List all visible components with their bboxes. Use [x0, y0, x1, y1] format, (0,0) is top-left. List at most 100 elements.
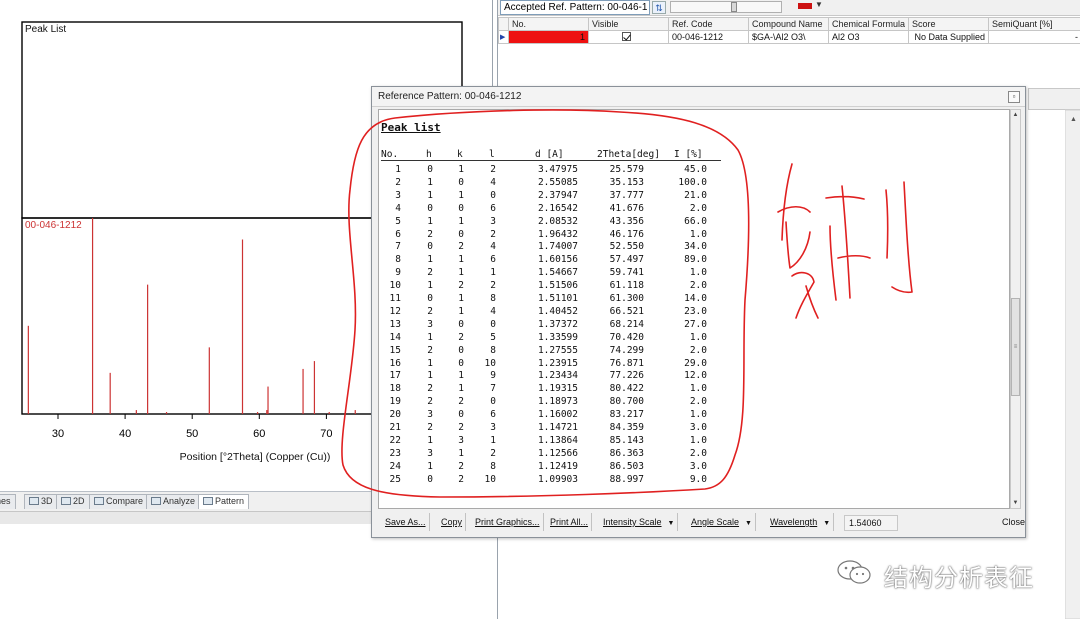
- wavelength-dropdown[interactable]: Wavelength ▼: [767, 513, 835, 531]
- peak-list-cell: 70.420: [609, 331, 644, 343]
- column-header-compound-name[interactable]: Compound Name: [748, 17, 829, 31]
- peak-list-cell: 2: [458, 460, 464, 472]
- peak-list-cell: 5: [395, 215, 401, 227]
- peak-list-cell: 8: [490, 344, 496, 356]
- peak-list-cell: 2: [490, 228, 496, 240]
- visible-checkbox[interactable]: [622, 32, 631, 41]
- pattern-list-select[interactable]: Accepted Ref. Pattern: 00-046-1: [500, 0, 650, 15]
- peak-list-cell: 2: [490, 280, 496, 292]
- peak-list-cell: 2: [490, 164, 496, 175]
- peak-list-cell: 2.0: [689, 202, 707, 214]
- peak-list-cell: 2: [427, 383, 433, 395]
- close-button[interactable]: Close: [999, 513, 1028, 531]
- peak-list-cell: 19: [389, 396, 401, 408]
- column-header-ref-code[interactable]: Ref. Code: [668, 17, 749, 31]
- screen: Peak List 00-046-1212 30 40 50 60 70 Positio…: [0, 0, 1080, 619]
- tab-3d[interactable]: 3D: [24, 494, 58, 509]
- peak-list-cell: 2: [458, 396, 464, 408]
- peak-list-cell: 1: [458, 164, 464, 175]
- peak-list-cell: 1: [427, 189, 433, 201]
- column-header-visible[interactable]: Visible: [588, 17, 669, 31]
- peak-list-cell: 24: [389, 460, 401, 472]
- peak-list-cell: 3.0: [689, 422, 707, 433]
- peak-list-cell: 1: [395, 164, 401, 175]
- peak-list-cell: 1.54667: [537, 267, 578, 279]
- peak-list-cell: 27.0: [684, 318, 707, 330]
- angle-scale-dropdown[interactable]: Angle Scale ▼: [688, 513, 756, 531]
- peak-list-cell: 1: [427, 357, 433, 369]
- peak-list-cell: 1.0: [689, 409, 707, 421]
- peak-list-cell: 1: [458, 215, 464, 227]
- peak-list-cell: 57.497: [609, 254, 644, 266]
- copy-button[interactable]: Copy: [438, 513, 467, 531]
- reference-table: No. Visible Ref. Code Compound Name Chem…: [498, 17, 1080, 44]
- dialog-toolbar: Save As... Copy Print Graphics... Print …: [378, 511, 1025, 533]
- tab-compare[interactable]: Compare: [89, 494, 149, 509]
- peak-list-cell: 0: [458, 202, 464, 214]
- peak-list-cell: 1.40452: [537, 305, 578, 317]
- peak-list-cell: 43.356: [609, 215, 644, 227]
- tab-2d[interactable]: 2D: [56, 494, 90, 509]
- peak-list-row: 14 1 2 5 1.33599 70.420 1.0: [381, 332, 721, 345]
- peak-list-cell: 1.33599: [537, 331, 578, 343]
- close-icon[interactable]: ▫: [1008, 91, 1020, 103]
- peak-list-cell: 2.37947: [537, 189, 578, 201]
- x-tick-label: 40: [119, 428, 131, 440]
- pattern-series-label: 00-046-1212: [25, 220, 82, 231]
- print-all-button[interactable]: Print All...: [547, 513, 593, 531]
- peak-list-cell: 4: [395, 202, 401, 214]
- score-cell: No Data Supplied: [908, 30, 989, 44]
- peak-list-cell: 12: [389, 305, 401, 317]
- x-tick-label: 50: [186, 428, 198, 440]
- peak-list-row: 21 2 2 3 1.14721 84.359 3.0: [381, 422, 721, 435]
- peak-list-row: 8 1 1 6 1.60156 57.497 89.0: [381, 254, 721, 267]
- peak-list-cell: 2.0: [689, 344, 707, 356]
- peak-list-row: 19 2 2 0 1.18973 80.700 2.0: [381, 396, 721, 409]
- column-header-no[interactable]: No.: [508, 17, 589, 31]
- analyze-icon: [151, 497, 161, 505]
- scroll-thumb[interactable]: ≡: [1011, 298, 1020, 396]
- pattern-slider[interactable]: [670, 1, 782, 13]
- sort-spin-icon[interactable]: ⇅: [652, 1, 666, 14]
- compound-name-cell: $GA-\Al2 O3\: [748, 30, 829, 44]
- tab-lines[interactable]: Lines: [0, 494, 16, 509]
- peak-list-cell: 23.0: [684, 305, 707, 317]
- peak-list-view[interactable]: Peak list No. h k l d [A] 2Theta[deg] I …: [378, 109, 1010, 509]
- peak-list-cell: 14: [389, 331, 401, 343]
- reference-pattern-dialog: Reference Pattern: 00-046-1212 ▫ Peak li…: [371, 86, 1026, 538]
- chevron-down-icon[interactable]: ▼: [815, 0, 823, 9]
- peak-list-cell: 1: [427, 176, 433, 188]
- tab-pattern[interactable]: Pattern: [198, 494, 250, 509]
- table-row[interactable]: ▶ 1 00-046-1212 $GA-\Al2 O3\ Al2 O3 No D…: [498, 30, 1080, 44]
- intensity-scale-dropdown[interactable]: Intensity Scale ▼: [600, 513, 679, 531]
- chevron-down-icon: ▼: [667, 520, 675, 527]
- peak-list-cell: 1: [458, 293, 464, 304]
- peak-list-cell: 7: [490, 383, 496, 395]
- peak-list-cell: 1.18973: [537, 396, 578, 408]
- peak-list-cell: 9: [395, 267, 401, 279]
- scroll-up-icon[interactable]: ▲: [1011, 110, 1020, 120]
- peak-list-cell: 1.0: [689, 228, 707, 240]
- chart-title: Peak List: [25, 24, 66, 35]
- tab-analyze[interactable]: Analyze: [146, 494, 201, 509]
- panel-scrollbar[interactable]: ▲: [1065, 0, 1080, 619]
- x-axis-label: Position [°2Theta] (Copper (Cu)): [180, 451, 331, 463]
- peak-list-cell: 76.871: [609, 357, 644, 369]
- save-as-button[interactable]: Save As...: [382, 513, 430, 531]
- x-tick-label: 60: [253, 428, 265, 440]
- peak-list-cell: 0: [427, 473, 433, 485]
- watermark: 结构分析表征: [836, 552, 1066, 592]
- color-swatch[interactable]: [798, 3, 812, 9]
- row-color-cell[interactable]: 1: [508, 30, 589, 44]
- row-pointer-icon: ▶: [498, 30, 509, 44]
- peak-list-row: 23 3 1 2 1.12566 86.363 2.0: [381, 448, 721, 461]
- scroll-down-icon[interactable]: ▼: [1011, 498, 1020, 508]
- column-header-score[interactable]: Score: [908, 17, 989, 31]
- slider-handle[interactable]: [731, 2, 737, 12]
- column-header-chemical-formula[interactable]: Chemical Formula: [828, 17, 909, 31]
- peak-list-cell: 2.0: [689, 447, 707, 459]
- print-graphics-button[interactable]: Print Graphics...: [472, 513, 544, 531]
- peak-list-cell: 1: [458, 254, 464, 266]
- dialog-scrollbar[interactable]: ▲ ≡ ▼: [1010, 109, 1021, 509]
- visible-checkbox-cell[interactable]: [588, 30, 669, 44]
